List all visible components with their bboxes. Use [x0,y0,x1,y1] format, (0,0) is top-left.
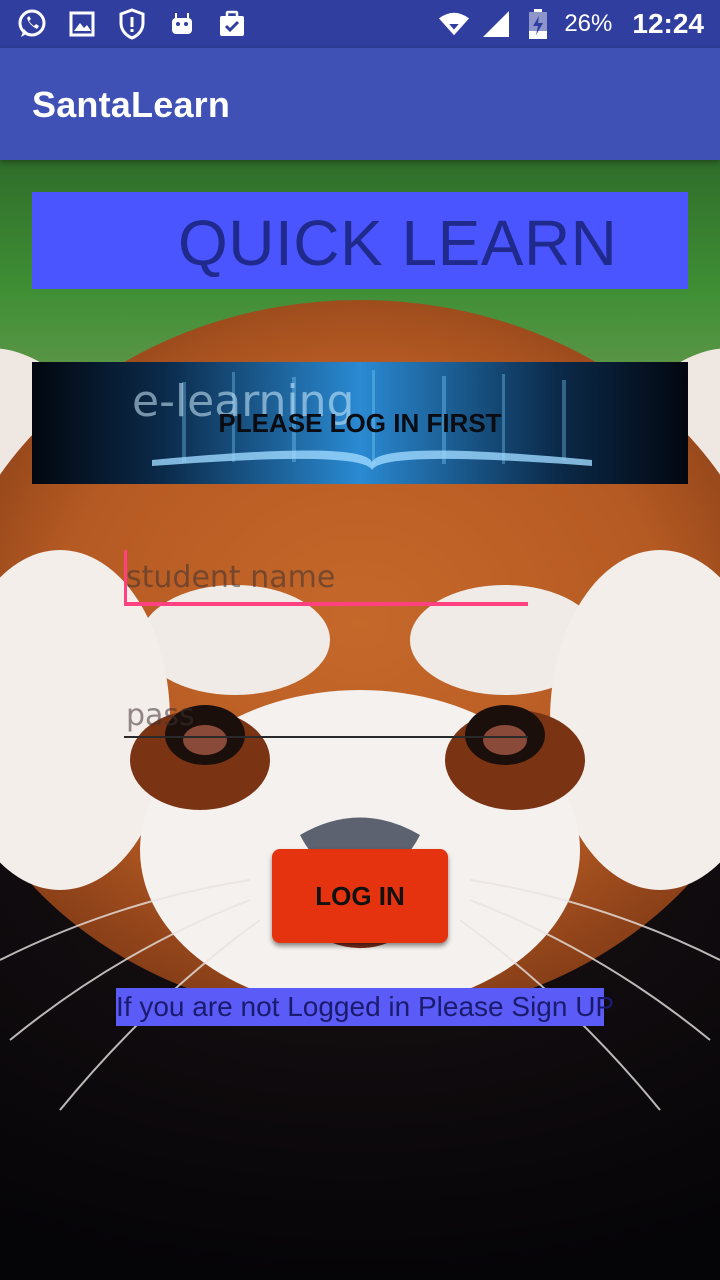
password-underline [124,736,528,738]
signal-icon [480,8,512,40]
signup-link[interactable]: If you are not Logged in Please Sign UP [116,988,614,1026]
login-button[interactable]: LOG IN [272,849,448,943]
password-input[interactable] [124,692,526,738]
text-cursor [124,550,127,602]
student-name-input[interactable] [124,554,526,600]
quick-learn-banner: QUICK LEARN [32,192,688,289]
battery-charging-icon [522,8,554,40]
status-bar: 26% 12:24 [0,0,720,48]
quick-learn-title: QUICK LEARN [178,207,618,279]
android-icon [166,8,198,40]
student-name-field[interactable] [124,550,528,606]
battery-percentage: 26% [564,10,613,37]
app-bar: SantaLearn [0,48,720,160]
login-first-label: PLEASE LOG IN FIRST [218,408,502,438]
clock: 12:24 [632,8,704,39]
clipboard-check-icon [216,8,248,40]
student-name-underline [124,602,528,606]
app-title: SantaLearn [32,84,231,125]
wifi-icon [438,8,470,40]
password-field[interactable] [124,688,528,738]
gallery-icon [66,8,98,40]
whatsapp-icon [16,8,48,40]
shield-alert-icon [116,8,148,40]
elearning-image: e-learning PLEASE LOG IN FIRST [32,362,688,484]
